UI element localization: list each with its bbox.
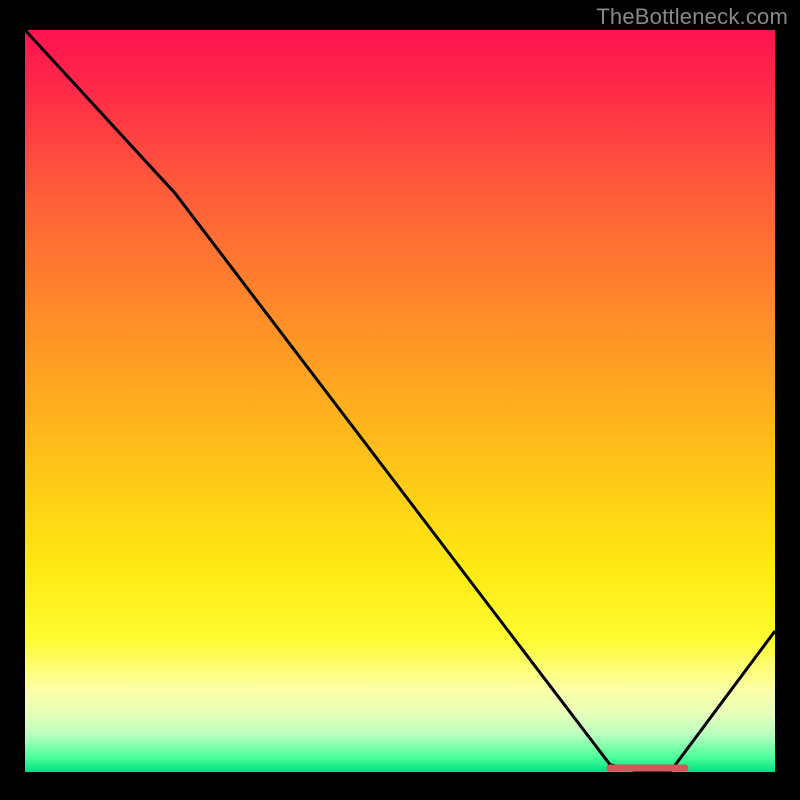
chart-overlay [25, 30, 775, 772]
attribution-label: TheBottleneck.com [596, 4, 788, 30]
plot-area [25, 30, 775, 772]
bottleneck-curve [25, 30, 775, 772]
